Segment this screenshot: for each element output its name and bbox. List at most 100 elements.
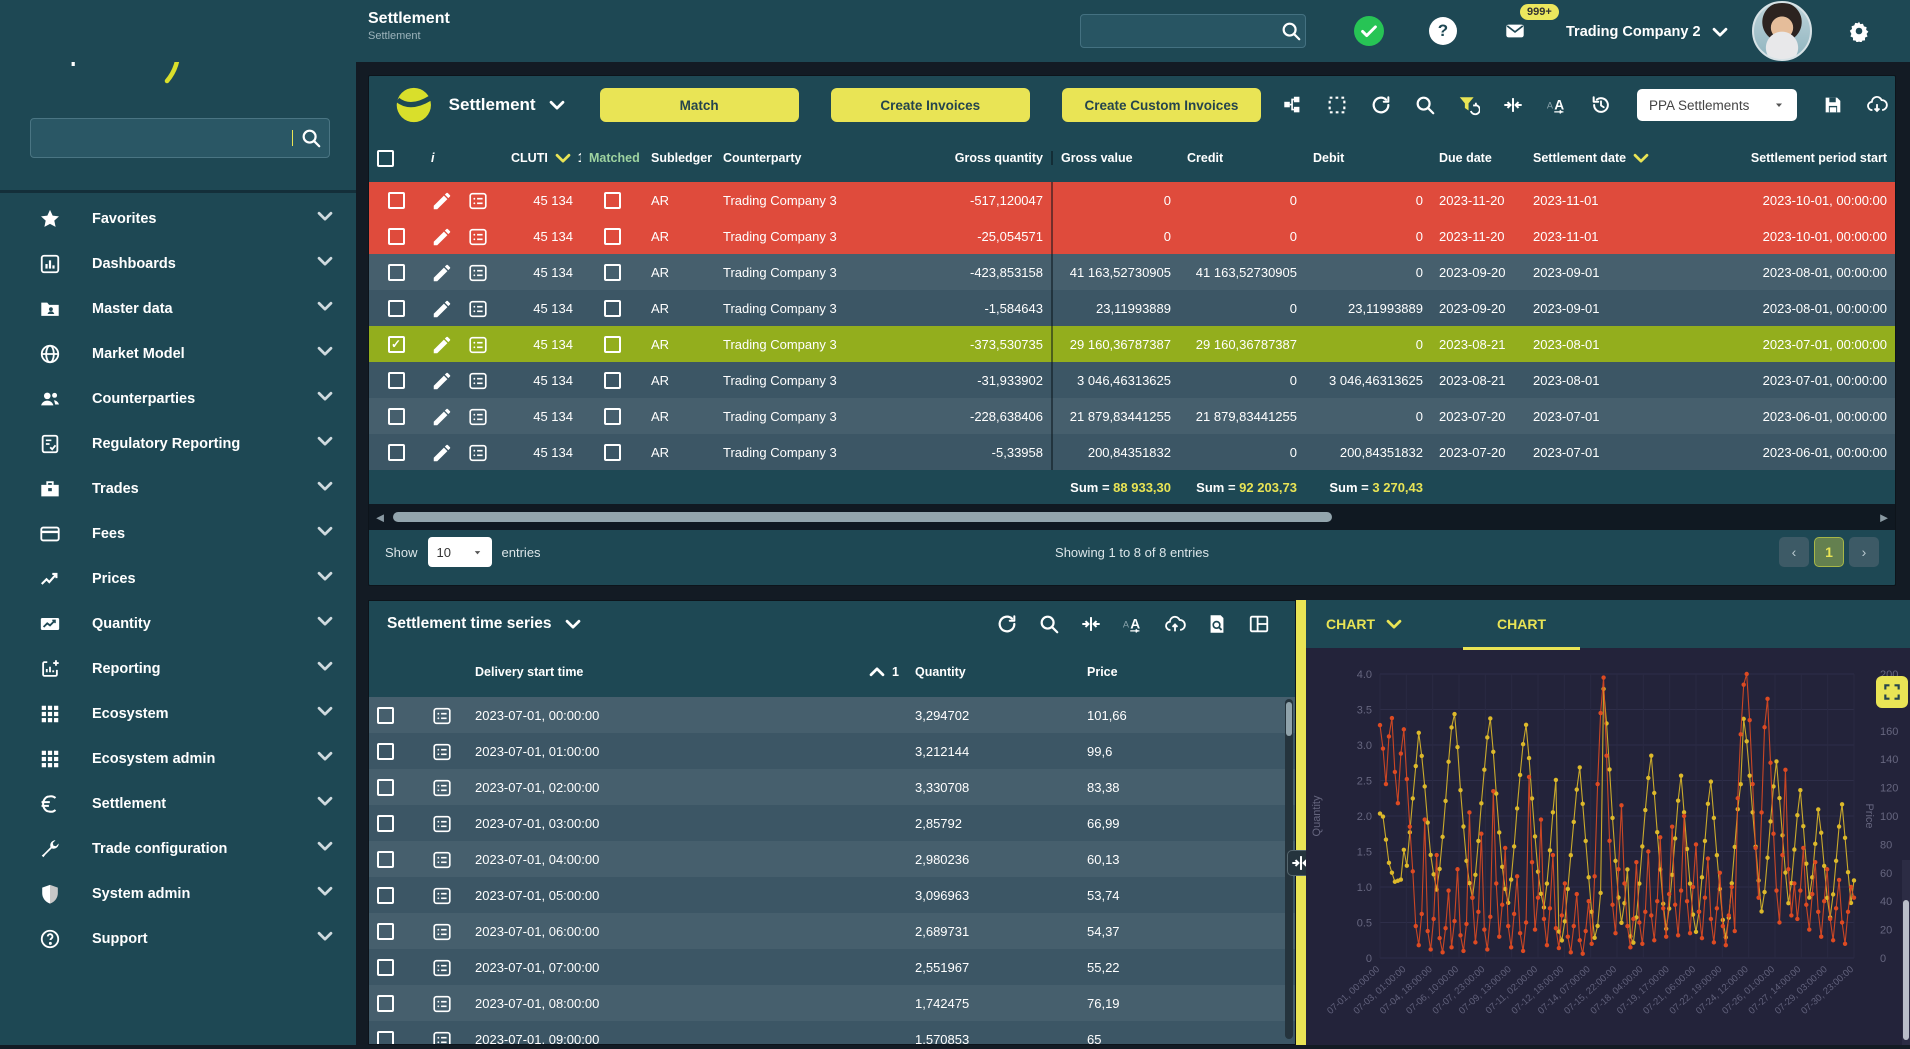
sidebar-item-fees[interactable]: Fees <box>0 511 356 556</box>
row-checkbox[interactable] <box>377 959 394 976</box>
select-all-checkbox[interactable] <box>377 150 394 167</box>
global-search-input[interactable] <box>1081 24 1273 39</box>
row-detail-icon[interactable] <box>431 777 451 797</box>
col-delivery-start[interactable]: Delivery start time 1 <box>467 661 907 683</box>
matched-checkbox[interactable] <box>604 408 621 425</box>
current-page-button[interactable]: 1 <box>1814 537 1844 567</box>
col-info[interactable]: i <box>423 151 459 165</box>
row-detail-icon[interactable] <box>431 957 451 977</box>
list-item[interactable]: 2023-07-01, 03:00:002,8579266,99 <box>369 805 1295 841</box>
save-view-icon[interactable] <box>1815 88 1851 122</box>
matched-checkbox[interactable] <box>604 372 621 389</box>
col-gross-value[interactable]: Gross value <box>1051 151 1179 165</box>
row-detail-icon[interactable] <box>431 849 451 869</box>
row-checkbox[interactable] <box>377 851 394 868</box>
row-checkbox[interactable] <box>388 192 405 209</box>
table-row[interactable]: 45 134ARTrading Company 3-31,9339023 046… <box>369 362 1895 398</box>
sidebar-item-settlement[interactable]: Settlement <box>0 781 356 826</box>
col-price[interactable]: Price <box>1079 665 1295 679</box>
row-detail-icon[interactable] <box>431 1029 451 1045</box>
row-checkbox[interactable] <box>388 228 405 245</box>
refresh-icon[interactable] <box>1363 88 1399 122</box>
sidebar-item-support[interactable]: Support <box>0 916 356 961</box>
row-detail-icon[interactable] <box>431 885 451 905</box>
font-size-icon[interactable] <box>1539 88 1575 122</box>
row-detail-icon[interactable] <box>431 813 451 833</box>
row-checkbox[interactable] <box>377 923 394 940</box>
edit-pencil-icon[interactable] <box>431 226 451 246</box>
global-search-icon[interactable] <box>1273 14 1309 48</box>
sidebar-item-trade-configuration[interactable]: Trade configuration <box>0 826 356 871</box>
cloud-upload-icon[interactable] <box>1157 607 1193 641</box>
edit-pencil-icon[interactable] <box>431 370 451 390</box>
scroll-right-arrow[interactable]: ► <box>1877 510 1891 525</box>
fit-columns-icon[interactable] <box>1073 607 1109 641</box>
list-item[interactable]: 2023-07-01, 04:00:002,98023660,13 <box>369 841 1295 877</box>
scroll-left-arrow[interactable]: ◄ <box>373 510 387 525</box>
row-checkbox[interactable] <box>388 444 405 461</box>
user-avatar[interactable] <box>1752 1 1812 61</box>
row-detail-icon[interactable] <box>467 370 487 390</box>
edit-pencil-icon[interactable] <box>431 262 451 282</box>
hierarchy-view-icon[interactable] <box>1275 88 1311 122</box>
list-item[interactable]: 2023-07-01, 08:00:001,74247576,19 <box>369 985 1295 1021</box>
cloud-download-icon[interactable] <box>1859 88 1895 122</box>
row-checkbox[interactable] <box>377 707 394 724</box>
layout-toggle-icon[interactable] <box>1241 607 1277 641</box>
row-checkbox[interactable]: ✓ <box>388 336 405 353</box>
font-size-icon[interactable] <box>1115 607 1151 641</box>
timeseries-title[interactable]: Settlement time series <box>387 613 584 635</box>
table-row[interactable]: 45 134ARTrading Company 3-5,33958200,843… <box>369 434 1895 470</box>
col-subledger[interactable]: Subledger <box>643 151 715 165</box>
col-settlement-date[interactable]: Settlement date2 <box>1525 147 1655 169</box>
col-due-date[interactable]: Due date <box>1431 151 1525 165</box>
sidebar-search-icon[interactable] <box>293 121 329 155</box>
row-checkbox[interactable] <box>377 995 394 1012</box>
row-checkbox[interactable] <box>377 779 394 796</box>
sidebar-item-prices[interactable]: Prices <box>0 556 356 601</box>
settlement-panel-title[interactable]: Settlement <box>449 94 568 116</box>
prev-page-button[interactable]: ‹ <box>1779 537 1809 567</box>
matched-checkbox[interactable] <box>604 444 621 461</box>
row-checkbox[interactable] <box>377 815 394 832</box>
table-row[interactable]: ✓45 134ARTrading Company 3-373,53073529 … <box>369 326 1895 362</box>
row-detail-icon[interactable] <box>467 442 487 462</box>
table-row[interactable]: 45 134ARTrading Company 3-517,1200470002… <box>369 182 1895 218</box>
help-button[interactable]: ? <box>1426 14 1460 48</box>
fullscreen-button[interactable] <box>1876 676 1908 708</box>
row-checkbox[interactable] <box>377 743 394 760</box>
table-row[interactable]: 45 134ARTrading Company 3-25,05457100020… <box>369 218 1895 254</box>
row-checkbox[interactable] <box>388 372 405 389</box>
reset-filter-icon[interactable] <box>1451 88 1487 122</box>
sidebar-item-counterparties[interactable]: Counterparties <box>0 376 356 421</box>
row-detail-icon[interactable] <box>467 262 487 282</box>
company-selector[interactable]: Trading Company 2 <box>1566 21 1731 43</box>
panel-splitter[interactable] <box>1296 600 1306 1045</box>
list-item[interactable]: 2023-07-01, 00:00:003,294702101,66 <box>369 697 1295 733</box>
row-checkbox[interactable] <box>388 300 405 317</box>
matched-checkbox[interactable] <box>604 300 621 317</box>
list-item[interactable]: 2023-07-01, 02:00:003,33070883,38 <box>369 769 1295 805</box>
row-detail-icon[interactable] <box>431 705 451 725</box>
col-period-start[interactable]: Settlement period start <box>1655 151 1895 165</box>
table-row[interactable]: 45 134ARTrading Company 3-228,63840621 8… <box>369 398 1895 434</box>
sidebar-item-quantity[interactable]: Quantity <box>0 601 356 646</box>
col-counterparty[interactable]: Counterparty <box>715 151 903 165</box>
matched-checkbox[interactable] <box>604 264 621 281</box>
col-cluti[interactable]: CLUTI1 <box>503 147 581 169</box>
timeseries-chart[interactable]: 4.03.53.02.52.01.51.00.50200180160140120… <box>1306 648 1910 1044</box>
sidebar-item-master-data[interactable]: Master data <box>0 286 356 331</box>
tab-chart[interactable]: CHART <box>1463 600 1580 648</box>
next-page-button[interactable]: › <box>1849 537 1879 567</box>
row-checkbox[interactable] <box>388 408 405 425</box>
document-search-icon[interactable] <box>1199 607 1235 641</box>
sidebar-item-system-admin[interactable]: System admin <box>0 871 356 916</box>
list-item[interactable]: 2023-07-01, 01:00:003,21214499,6 <box>369 733 1295 769</box>
row-checkbox[interactable] <box>388 264 405 281</box>
vscroll-thumb[interactable] <box>1286 702 1292 736</box>
sidebar-item-ecosystem[interactable]: Ecosystem <box>0 691 356 736</box>
hscroll-track[interactable] <box>387 511 1877 523</box>
sidebar-item-market-model[interactable]: Market Model <box>0 331 356 376</box>
chart-type-dropdown[interactable]: CHART <box>1326 613 1405 635</box>
hscroll-thumb[interactable] <box>393 512 1332 522</box>
